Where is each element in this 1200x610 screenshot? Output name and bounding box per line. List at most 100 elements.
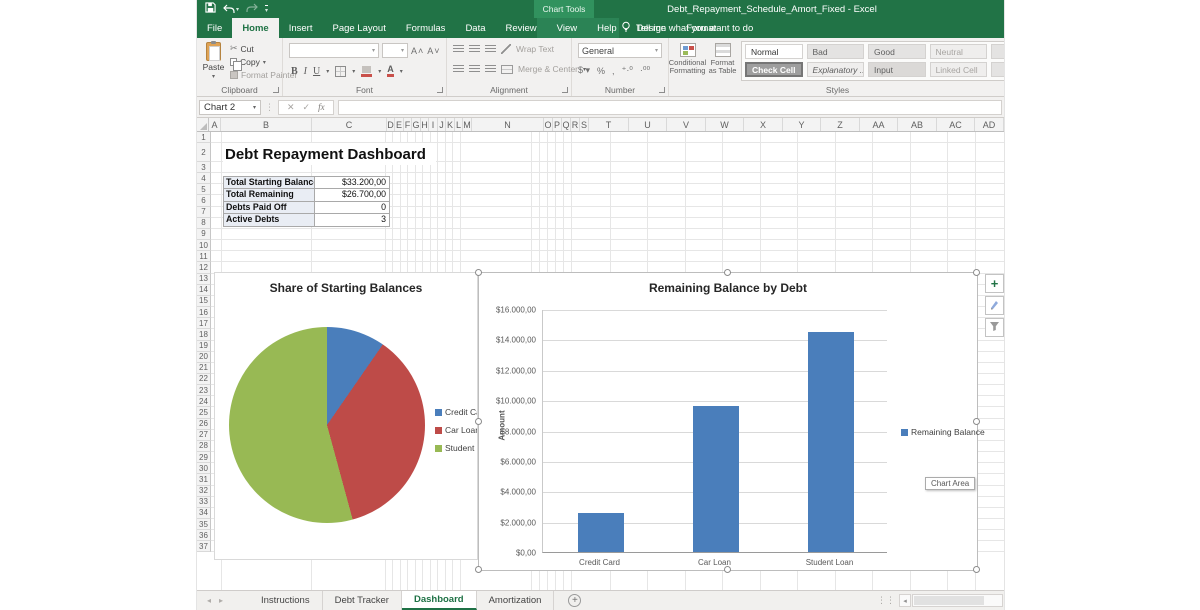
- wrap-text-button[interactable]: Wrap Text: [516, 44, 554, 54]
- style-cell-linked-cell[interactable]: Linked Cell: [930, 62, 988, 77]
- row-header-11[interactable]: 11: [197, 251, 211, 262]
- underline-caret-icon[interactable]: ▾: [326, 68, 329, 75]
- row-header-5[interactable]: 5: [197, 184, 211, 195]
- pie-chart[interactable]: Share of Starting Balances Credit CardCa…: [214, 272, 478, 560]
- sheet-tab-dashboard[interactable]: Dashboard: [402, 591, 477, 610]
- column-header-Z[interactable]: Z: [821, 118, 860, 131]
- selection-handle[interactable]: [973, 418, 980, 425]
- column-header-Y[interactable]: Y: [783, 118, 821, 131]
- column-header-AC[interactable]: AC: [937, 118, 975, 131]
- font-color-icon[interactable]: A: [387, 65, 394, 77]
- sheet-tab-amortization[interactable]: Amortization: [477, 591, 555, 610]
- align-bottom-icon[interactable]: [485, 45, 496, 54]
- percent-style-icon[interactable]: %: [597, 66, 605, 76]
- column-header-P[interactable]: P: [553, 118, 562, 131]
- undo-button[interactable]: ▾: [223, 4, 239, 14]
- column-header-N[interactable]: N: [472, 118, 544, 131]
- tab-data[interactable]: Data: [455, 18, 495, 38]
- scrollbar-thumb[interactable]: [914, 596, 984, 605]
- alignment-dialog-launcher-icon[interactable]: [562, 87, 568, 93]
- style-cell-check-cell[interactable]: Check Cell: [745, 62, 803, 77]
- column-header-D[interactable]: D: [387, 118, 395, 131]
- align-center-icon[interactable]: [469, 65, 480, 74]
- font-dialog-launcher-icon[interactable]: [437, 87, 443, 93]
- selection-handle[interactable]: [724, 269, 731, 276]
- column-header-K[interactable]: K: [446, 118, 455, 131]
- row-header-9[interactable]: 9: [197, 229, 211, 240]
- tab-review[interactable]: Review: [496, 18, 547, 38]
- row-header-37[interactable]: 37: [197, 541, 211, 552]
- row-header-36[interactable]: 36: [197, 530, 211, 541]
- summary-table[interactable]: Total Starting Balance$33.200,00Total Re…: [223, 176, 390, 227]
- column-header-C[interactable]: C: [312, 118, 387, 131]
- sheet-grid[interactable]: 1234567891011121314151617181920212223242…: [197, 132, 1004, 590]
- column-header-W[interactable]: W: [706, 118, 744, 131]
- row-header-15[interactable]: 15: [197, 296, 211, 307]
- borders-caret-icon[interactable]: ▾: [352, 68, 355, 75]
- font-name-combobox[interactable]: ▾: [289, 43, 379, 58]
- column-header-R[interactable]: R: [571, 118, 580, 131]
- align-middle-icon[interactable]: [469, 45, 480, 54]
- bar-credit-card[interactable]: [578, 513, 624, 553]
- style-cell-bad[interactable]: Bad: [807, 44, 865, 59]
- row-header-27[interactable]: 27: [197, 430, 211, 441]
- tab-scroll-splitter[interactable]: ⋮⋮: [877, 595, 895, 606]
- row-header-20[interactable]: 20: [197, 352, 211, 363]
- row-header-6[interactable]: 6: [197, 195, 211, 206]
- column-header-E[interactable]: E: [395, 118, 404, 131]
- row-header-18[interactable]: 18: [197, 329, 211, 340]
- row-header-12[interactable]: 12: [197, 262, 211, 273]
- row-header-28[interactable]: 28: [197, 441, 211, 452]
- column-header-Q[interactable]: Q: [562, 118, 571, 131]
- column-header-B[interactable]: B: [221, 118, 312, 131]
- row-header-34[interactable]: 34: [197, 508, 211, 519]
- shrink-font-icon[interactable]: A˅: [427, 46, 440, 56]
- increase-decimal-icon[interactable]: ⁺·⁰: [622, 65, 633, 76]
- row-header-26[interactable]: 26: [197, 419, 211, 430]
- row-header-22[interactable]: 22: [197, 374, 211, 385]
- formula-input[interactable]: [338, 100, 1002, 115]
- conditional-formatting-button[interactable]: Conditional Formatting: [671, 43, 704, 75]
- merge-center-icon[interactable]: [501, 65, 513, 74]
- column-header-T[interactable]: T: [589, 118, 629, 131]
- bar-car-loan[interactable]: [693, 406, 739, 552]
- row-header-23[interactable]: 23: [197, 385, 211, 396]
- style-cell-normal[interactable]: Normal: [745, 44, 803, 59]
- merge-center-button[interactable]: Merge & Center: [518, 64, 578, 74]
- name-box[interactable]: Chart 2▾: [199, 100, 261, 115]
- row-header-21[interactable]: 21: [197, 363, 211, 374]
- italic-button[interactable]: I: [304, 66, 307, 77]
- bold-button[interactable]: B: [291, 66, 298, 77]
- style-cell-input[interactable]: Input: [868, 62, 926, 77]
- column-header-I[interactable]: I: [429, 118, 438, 131]
- format-as-table-button[interactable]: Format as Table: [706, 43, 739, 75]
- column-header-J[interactable]: J: [438, 118, 446, 131]
- row-header-35[interactable]: 35: [197, 519, 211, 530]
- column-header-AB[interactable]: AB: [898, 118, 937, 131]
- row-header-8[interactable]: 8: [197, 218, 211, 229]
- selection-handle[interactable]: [973, 566, 980, 573]
- save-icon[interactable]: [205, 0, 216, 18]
- align-left-icon[interactable]: [453, 65, 464, 74]
- formula-bar-splitter[interactable]: ⋮: [265, 102, 274, 113]
- row-header-2[interactable]: 2: [197, 143, 211, 162]
- tell-me-box[interactable]: Tell me what you want to do: [621, 18, 753, 38]
- bar-chart[interactable]: Remaining Balance by Debt Amount $0,00$2…: [478, 272, 978, 571]
- decrease-decimal-icon[interactable]: ·⁰⁰: [640, 65, 650, 76]
- orientation-icon[interactable]: [501, 44, 511, 54]
- style-cell-clipped[interactable]: [991, 62, 1005, 77]
- column-header-O[interactable]: O: [544, 118, 553, 131]
- column-header-M[interactable]: M: [463, 118, 472, 131]
- number-dialog-launcher-icon[interactable]: [659, 87, 665, 93]
- selection-handle[interactable]: [973, 269, 980, 276]
- tab-home[interactable]: Home: [232, 18, 278, 38]
- bar-student-loan[interactable]: [808, 332, 854, 552]
- row-header-24[interactable]: 24: [197, 396, 211, 407]
- accounting-format-icon[interactable]: $ ▾: [578, 65, 590, 76]
- style-cell-explanatory[interactable]: Explanatory ...: [807, 62, 865, 77]
- borders-icon[interactable]: [335, 66, 346, 77]
- tab-formulas[interactable]: Formulas: [396, 18, 456, 38]
- row-header-29[interactable]: 29: [197, 452, 211, 463]
- row-header-19[interactable]: 19: [197, 341, 211, 352]
- row-header-17[interactable]: 17: [197, 318, 211, 329]
